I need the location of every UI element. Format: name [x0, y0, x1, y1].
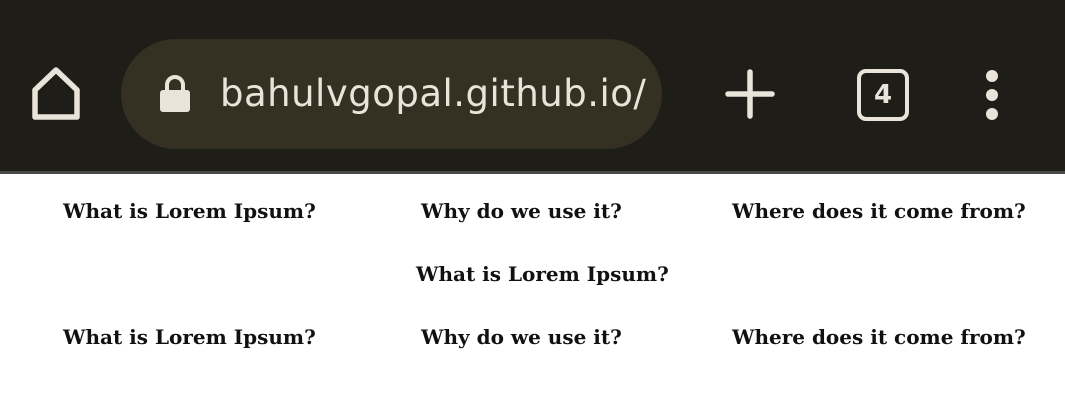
- heading-link[interactable]: What is Lorem Ipsum?: [416, 262, 669, 286]
- home-button[interactable]: [28, 66, 84, 122]
- menu-button[interactable]: [976, 70, 1008, 120]
- tab-switcher-button[interactable]: 4: [857, 69, 909, 121]
- more-vert-icon: [986, 70, 998, 120]
- lock-icon: [160, 75, 190, 112]
- browser-toolbar: bahulvgopal.github.io/ 4: [0, 0, 1065, 171]
- heading-link[interactable]: Where does it come from?: [732, 199, 1026, 223]
- new-tab-button[interactable]: [724, 68, 776, 120]
- heading-link[interactable]: Why do we use it?: [421, 199, 622, 223]
- heading-link[interactable]: Why do we use it?: [421, 325, 622, 349]
- heading-link[interactable]: What is Lorem Ipsum?: [63, 325, 316, 349]
- heading-link[interactable]: Where does it come from?: [732, 325, 1026, 349]
- toolbar-divider: [0, 171, 1065, 174]
- address-bar[interactable]: bahulvgopal.github.io/: [121, 39, 662, 149]
- url-text[interactable]: bahulvgopal.github.io/: [220, 39, 646, 149]
- home-icon: [32, 67, 80, 120]
- tab-count-badge: 4: [873, 80, 893, 110]
- plus-icon: [725, 69, 775, 119]
- heading-link[interactable]: What is Lorem Ipsum?: [63, 199, 316, 223]
